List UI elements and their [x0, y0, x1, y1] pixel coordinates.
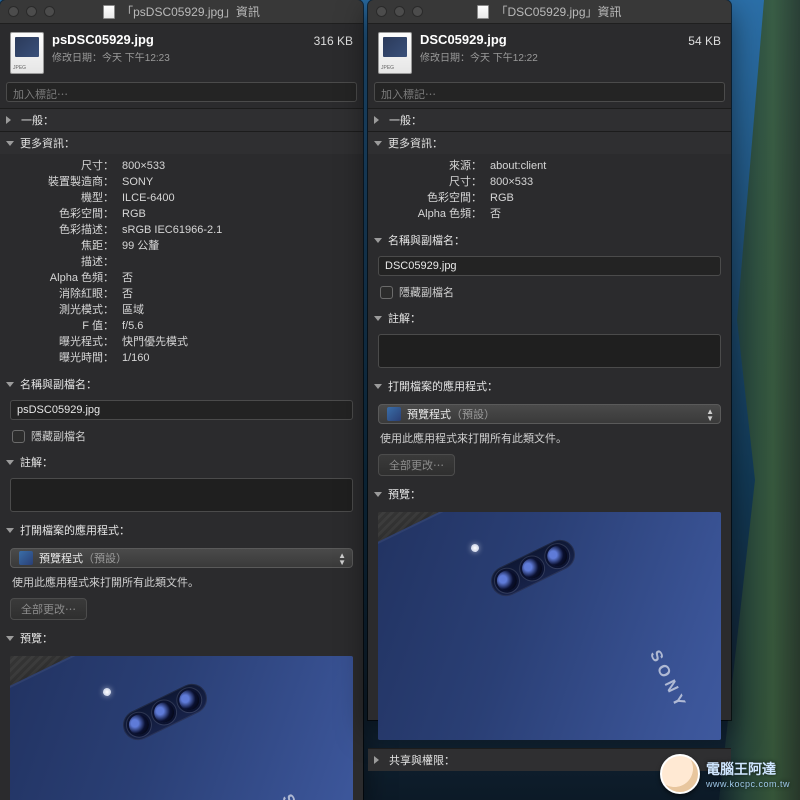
val-exposure: 1/160 [122, 350, 150, 366]
val-dimensions: 800×533 [490, 174, 533, 190]
disclosure-down-icon [374, 238, 382, 243]
section-open-with[interactable]: 打開檔案的應用程式： [368, 376, 731, 398]
disclosure-right-icon [6, 116, 15, 124]
section-general[interactable]: 一般： [368, 108, 731, 131]
open-with-hint: 使用此應用程式來打開所有此類文件。 [0, 572, 363, 596]
tags-field[interactable]: 加入標記⋯ [374, 82, 725, 102]
disclosure-down-icon [374, 492, 382, 497]
val-alpha: 否 [122, 270, 133, 286]
name-input[interactable]: DSC05929.jpg [378, 256, 721, 276]
file-header: psDSC05929.jpg 修改日期：今天 下午12:23 316 KB [0, 24, 363, 80]
val-colorprofile: sRGB IEC61966-2.1 [122, 222, 222, 238]
updown-icon: ▲▼ [706, 408, 714, 422]
file-modified: 修改日期：今天 下午12:23 [52, 49, 170, 64]
val-colorspace: RGB [490, 190, 514, 206]
disclosure-right-icon [374, 756, 383, 764]
val-redeye: 否 [122, 286, 133, 302]
section-comments[interactable]: 註解： [368, 308, 731, 330]
file-size: 316 KB [314, 32, 353, 48]
val-colorspace: RGB [122, 206, 146, 222]
titlebar[interactable]: 「DSC05929.jpg」資訊 [368, 0, 731, 24]
section-comments[interactable]: 註解： [0, 452, 363, 474]
window-title: 「DSC05929.jpg」資訊 [495, 3, 621, 20]
tags-field[interactable]: 加入標記⋯ [6, 82, 357, 102]
hide-ext-checkbox[interactable] [12, 430, 25, 443]
val-alpha: 否 [490, 206, 501, 222]
change-all-button[interactable]: 全部更改⋯ [10, 598, 87, 620]
titlebar[interactable]: 「psDSC05929.jpg」資訊 [0, 0, 363, 24]
val-focal: 99 公釐 [122, 238, 159, 254]
app-icon [387, 407, 401, 421]
info-window-left: 「psDSC05929.jpg」資訊 psDSC05929.jpg 修改日期：今… [0, 0, 363, 800]
disclosure-right-icon [374, 116, 383, 124]
more-info-body: 尺寸：800×533 裝置製造商：SONY 機型：ILCE-6400 色彩空間：… [0, 154, 363, 374]
preview-image: SONY [10, 656, 353, 800]
file-size: 54 KB [688, 32, 721, 48]
window-title: 「psDSC05929.jpg」資訊 [121, 3, 260, 20]
val-dimensions: 800×533 [122, 158, 165, 174]
val-source: about:client [490, 158, 546, 174]
comments-textarea[interactable] [10, 478, 353, 512]
open-with-hint: 使用此應用程式來打開所有此類文件。 [368, 428, 731, 452]
name-input[interactable]: psDSC05929.jpg [10, 400, 353, 420]
disclosure-down-icon [374, 384, 382, 389]
mascot-icon [660, 754, 700, 794]
app-icon [19, 551, 33, 565]
watermark: 電腦王阿達 www.kocpc.com.tw [660, 754, 790, 794]
disclosure-down-icon [6, 636, 14, 641]
val-metering: 區域 [122, 302, 144, 318]
file-name: DSC05929.jpg [420, 32, 538, 47]
val-program: 快門優先模式 [122, 334, 188, 350]
disclosure-down-icon [6, 141, 14, 146]
disclosure-down-icon [6, 528, 14, 533]
preview-image: SONY [378, 512, 721, 740]
watermark-brand: 電腦王阿達 [706, 761, 776, 777]
comments-textarea[interactable] [378, 334, 721, 368]
open-with-select[interactable]: 預覽程式 （預設） ▲▼ [10, 548, 353, 568]
info-window-right: 「DSC05929.jpg」資訊 DSC05929.jpg 修改日期：今天 下午… [368, 0, 731, 720]
traffic-lights[interactable] [376, 6, 423, 17]
disclosure-down-icon [6, 382, 14, 387]
hide-ext-label: 隱藏副檔名 [399, 284, 454, 300]
updown-icon: ▲▼ [338, 552, 346, 566]
desktop: 「psDSC05929.jpg」資訊 psDSC05929.jpg 修改日期：今… [0, 0, 800, 800]
file-icon [378, 32, 412, 74]
val-maker: SONY [122, 174, 153, 190]
section-more-info[interactable]: 更多資訊： [368, 131, 731, 154]
section-preview[interactable]: 預覽： [0, 628, 363, 650]
section-more-info[interactable]: 更多資訊： [0, 131, 363, 154]
hide-ext-label: 隱藏副檔名 [31, 428, 86, 444]
file-modified: 修改日期：今天 下午12:22 [420, 49, 538, 64]
section-name-ext[interactable]: 名稱與副檔名： [0, 374, 363, 396]
more-info-body: 來源：about:client 尺寸：800×533 色彩空間：RGB Alph… [368, 154, 731, 230]
change-all-button[interactable]: 全部更改⋯ [378, 454, 455, 476]
section-open-with[interactable]: 打開檔案的應用程式： [0, 520, 363, 542]
section-preview[interactable]: 預覽： [368, 484, 731, 506]
open-with-select[interactable]: 預覽程式 （預設） ▲▼ [378, 404, 721, 424]
traffic-lights[interactable] [8, 6, 55, 17]
disclosure-down-icon [374, 316, 382, 321]
val-fnum: f/5.6 [122, 318, 143, 334]
file-header: DSC05929.jpg 修改日期：今天 下午12:22 54 KB [368, 24, 731, 80]
document-icon [477, 5, 489, 19]
disclosure-down-icon [6, 460, 14, 465]
document-icon [103, 5, 115, 19]
watermark-url: www.kocpc.com.tw [706, 779, 790, 789]
file-icon [10, 32, 44, 74]
disclosure-down-icon [374, 141, 382, 146]
val-model: ILCE-6400 [122, 190, 175, 206]
section-name-ext[interactable]: 名稱與副檔名： [368, 230, 731, 252]
file-name: psDSC05929.jpg [52, 32, 170, 47]
hide-ext-checkbox[interactable] [380, 286, 393, 299]
section-general[interactable]: 一般： [0, 108, 363, 131]
